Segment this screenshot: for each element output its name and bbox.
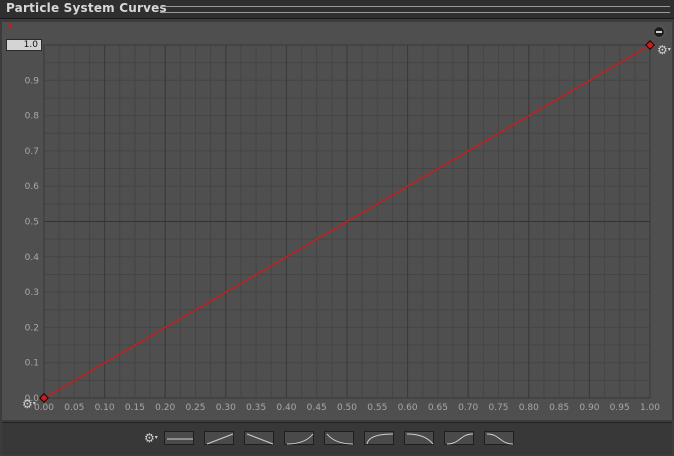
curve-graph[interactable]: 0.00 0.05 0.10 0.15 0.20 0.25 0.30 0.35 0.40 0.45… [2, 22, 672, 420]
preset-curve-icon [446, 433, 474, 445]
preset-curve-icon [486, 433, 514, 445]
x-tick-label: 0.95 [610, 403, 630, 413]
preset-curve-icon [206, 433, 234, 445]
keyframe-handle [645, 40, 655, 50]
gear-icon[interactable]: ⚙▾ [144, 432, 158, 444]
y-tick-label: 0.2 [25, 323, 39, 333]
preset-button-ease-out-down[interactable] [324, 431, 354, 445]
x-tick-label: 0.40 [276, 403, 296, 413]
x-tick-label: 0.65 [428, 403, 448, 413]
x-tick-label: 0.00 [34, 403, 54, 413]
x-tick-label: 0.70 [458, 403, 478, 413]
preset-curve-icon [167, 438, 193, 440]
x-tick-label: 0.85 [549, 403, 569, 413]
x-tick-label: 0.45 [307, 403, 327, 413]
x-tick-label: 0.60 [398, 403, 418, 413]
x-tick-label: 0.90 [579, 403, 599, 413]
x-tick-label: 0.25 [185, 403, 205, 413]
x-tick-label: 1.00 [640, 403, 660, 413]
y-tick-label: 0.5 [25, 218, 39, 228]
preset-button-constant[interactable] [164, 431, 194, 445]
x-tick-label: 0.35 [246, 403, 266, 413]
curve-editor-window: Particle System Curves 0.00 0.05 0.10 0.15 0… [0, 0, 674, 456]
x-tick-label: 0.80 [519, 403, 539, 413]
x-tick-label: 0.10 [95, 403, 115, 413]
y-tick-label: 0.7 [25, 147, 39, 157]
curve-area[interactable]: 0.00 0.05 0.10 0.15 0.20 0.25 0.30 0.35 0.40 0.45… [2, 22, 672, 420]
y-tick-label: 0.4 [25, 253, 40, 263]
gear-icon[interactable]: ⚙▾ [657, 44, 671, 56]
preset-curve-icon [406, 433, 434, 445]
preset-curve-icon [286, 433, 314, 445]
window-title: Particle System Curves [6, 1, 167, 15]
preset-curve-icon [326, 433, 354, 445]
x-tick-label: 0.75 [488, 403, 508, 413]
x-tick-label: 0.50 [337, 403, 357, 413]
y-tick-label: 0.1 [25, 359, 39, 369]
y-tick-label: 0.9 [25, 76, 40, 86]
preset-button-ease-in[interactable] [284, 431, 314, 445]
x-tick-label: 0.15 [125, 403, 145, 413]
preset-button-ease-in-out[interactable] [444, 431, 474, 445]
x-tick-label: 0.20 [155, 403, 175, 413]
value-field[interactable]: 1.0 [6, 39, 42, 51]
y-tick-label: 0.8 [25, 112, 40, 122]
preset-button-ease-out[interactable] [364, 431, 394, 445]
preset-curve-icon [246, 433, 274, 445]
x-tick-label: 0.30 [216, 403, 236, 413]
y-tick-label: 0.6 [25, 182, 40, 192]
curve-color-marker [8, 24, 12, 29]
preset-button-linear-up[interactable] [204, 431, 234, 445]
minus-circle-icon[interactable] [653, 26, 665, 38]
keyframe-handle [39, 393, 49, 403]
x-tick-label: 0.05 [64, 403, 84, 413]
preset-button-ease-in-out-down[interactable] [484, 431, 514, 445]
x-tick-label: 0.55 [367, 403, 387, 413]
preset-button-ease-in-down[interactable] [404, 431, 434, 445]
title-grip[interactable] [160, 6, 670, 13]
preset-button-linear-down[interactable] [244, 431, 274, 445]
curve-presets-bar: ⚙▾ [2, 422, 672, 455]
gear-icon[interactable]: ⚙▾ [22, 398, 36, 410]
preset-curve-icon [366, 433, 394, 445]
title-bar[interactable]: Particle System Curves [0, 0, 674, 19]
y-tick-label: 0.3 [25, 288, 39, 298]
